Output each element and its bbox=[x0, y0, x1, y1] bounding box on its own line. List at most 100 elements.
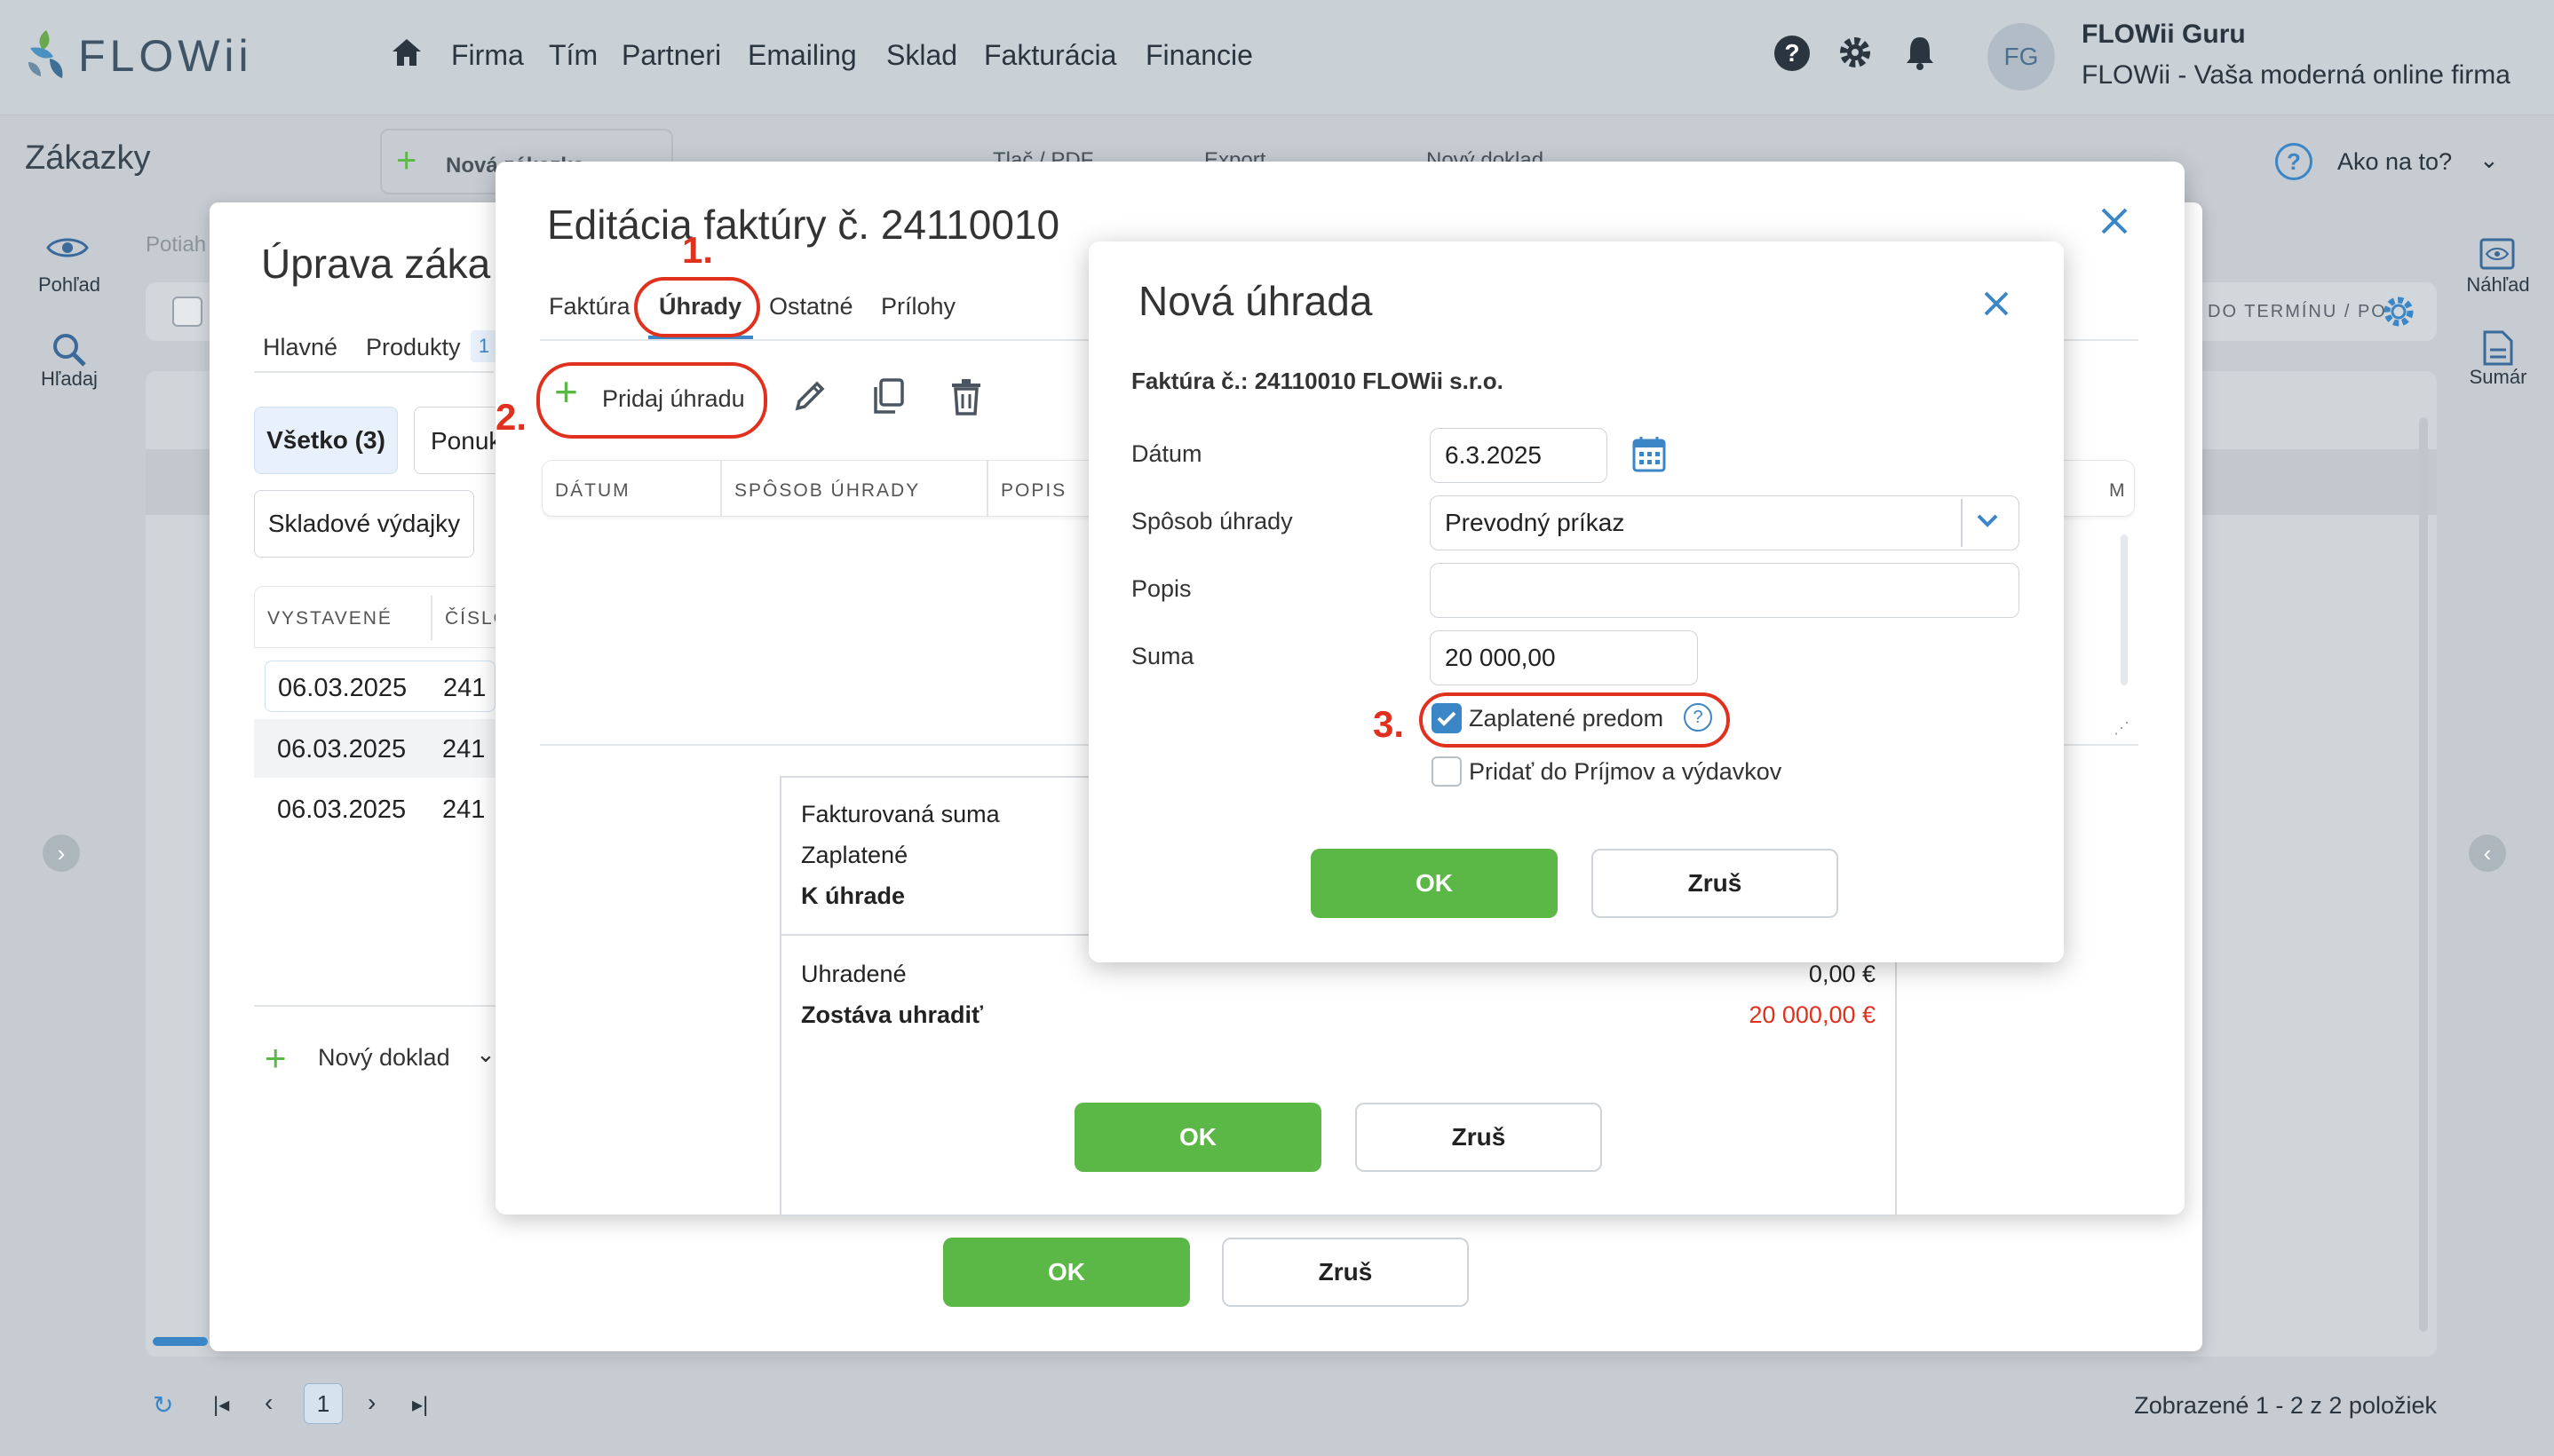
annotation-oval-1 bbox=[634, 277, 760, 337]
col-issued[interactable]: VYSTAVENÉ bbox=[267, 608, 393, 629]
col-date[interactable]: DÁTUM bbox=[555, 480, 631, 502]
logo-text[interactable]: FLOWii bbox=[78, 30, 253, 82]
due-hint: DO TERMÍNU / PO bbox=[2208, 302, 2387, 321]
gear-icon[interactable] bbox=[1836, 34, 1874, 71]
bell-icon[interactable] bbox=[1904, 34, 1936, 71]
tab-divider bbox=[254, 371, 494, 373]
docs-table-header: VYSTAVENÉ ČÍSLO bbox=[254, 586, 512, 648]
home-icon[interactable] bbox=[391, 37, 423, 67]
new-document-link[interactable]: Nový doklad bbox=[318, 1044, 450, 1072]
refresh-icon[interactable]: ↻ bbox=[153, 1390, 173, 1420]
current-page[interactable]: 1 bbox=[304, 1383, 343, 1424]
first-page-icon[interactable]: |◂ bbox=[213, 1392, 229, 1418]
chevron-down-icon[interactable]: ⌄ bbox=[2479, 146, 2499, 174]
help-link[interactable]: Ako na to? bbox=[2337, 148, 2452, 176]
date-label: Dátum bbox=[1131, 440, 1202, 467]
table-row[interactable]: 06.03.2025 241 bbox=[254, 779, 512, 838]
col-divider bbox=[720, 461, 722, 516]
trash-icon[interactable] bbox=[950, 378, 982, 415]
chevron-right-icon[interactable]: › bbox=[43, 835, 80, 872]
preview-label[interactable]: Náhľad bbox=[2451, 273, 2545, 297]
tab-invoice[interactable]: Faktúra bbox=[549, 293, 631, 320]
nav-firma[interactable]: Firma bbox=[451, 39, 524, 72]
copy-icon[interactable] bbox=[870, 378, 904, 415]
payment-cancel-button[interactable]: Zruš bbox=[1591, 849, 1838, 918]
tab-products[interactable]: Produkty bbox=[366, 334, 461, 361]
filter-all[interactable]: Všetko (3) bbox=[254, 407, 398, 474]
nav-financie[interactable]: Financie bbox=[1146, 39, 1253, 72]
invoice-cancel-button[interactable]: Zruš bbox=[1355, 1103, 1602, 1172]
add-to-income-checkbox[interactable] bbox=[1432, 756, 1462, 787]
col-description[interactable]: POPIS bbox=[1001, 480, 1067, 502]
pencil-icon[interactable] bbox=[792, 378, 828, 414]
date-input[interactable]: 6.3.2025 bbox=[1430, 428, 1607, 483]
description-input[interactable] bbox=[1430, 563, 2019, 618]
payment-ok-button[interactable]: OK bbox=[1311, 849, 1558, 918]
invoice-ok-button[interactable]: OK bbox=[1075, 1103, 1321, 1172]
payment-method-select[interactable]: Prevodný príkaz bbox=[1430, 495, 2019, 550]
eye-icon[interactable] bbox=[46, 234, 89, 261]
preview-icon[interactable] bbox=[2479, 238, 2515, 270]
plus-icon[interactable]: + bbox=[265, 1037, 287, 1080]
next-page-icon[interactable]: › bbox=[368, 1389, 376, 1417]
resize-handle-icon[interactable]: ⋰ bbox=[2114, 719, 2130, 738]
annotation-oval-2 bbox=[536, 362, 767, 439]
calendar-icon[interactable] bbox=[1632, 435, 1666, 472]
help-icon[interactable]: ? bbox=[1774, 36, 1810, 71]
settled-label: Uhradené bbox=[801, 961, 907, 987]
nav-emailing[interactable]: Emailing bbox=[748, 39, 857, 72]
search-icon[interactable] bbox=[52, 332, 87, 368]
products-count-badge: 1 bbox=[471, 330, 497, 362]
paid-label: Zaplatené bbox=[801, 842, 908, 868]
list-scrollbar[interactable] bbox=[2419, 417, 2428, 1332]
to-pay-label: K úhrade bbox=[801, 882, 906, 909]
nav-tim[interactable]: Tím bbox=[549, 39, 598, 72]
close-icon[interactable] bbox=[1982, 289, 2011, 318]
annotation-number-1: 1. bbox=[682, 229, 714, 271]
payment-modal-title: Nová úhrada bbox=[1138, 278, 1373, 324]
table-scrollbar[interactable] bbox=[2121, 534, 2128, 685]
chevron-left-icon[interactable]: ‹ bbox=[2469, 835, 2506, 872]
row-number: 241 bbox=[443, 674, 487, 702]
prev-page-icon[interactable]: ‹ bbox=[265, 1389, 273, 1417]
nav-fakturacia[interactable]: Fakturácia bbox=[984, 39, 1116, 72]
tab-attachments[interactable]: Prílohy bbox=[881, 293, 956, 320]
sum-label: Suma bbox=[1131, 643, 1194, 669]
summary-icon[interactable] bbox=[2481, 330, 2513, 366]
settled-value: 0,00 € bbox=[1808, 961, 1876, 987]
close-icon[interactable] bbox=[2099, 206, 2130, 236]
last-page-icon[interactable]: ▸| bbox=[412, 1392, 428, 1418]
tab-other[interactable]: Ostatné bbox=[769, 293, 853, 320]
table-row[interactable]: 06.03.2025 241 bbox=[254, 719, 512, 778]
order-ok-button[interactable]: OK bbox=[943, 1238, 1190, 1307]
select-all-checkbox[interactable] bbox=[172, 297, 202, 327]
drag-hint: Potiah bbox=[146, 233, 207, 257]
plus-icon: + bbox=[396, 141, 417, 180]
col-payment-method[interactable]: SPÔSOB ÚHRADY bbox=[734, 480, 920, 502]
search-label[interactable]: Hľadaj bbox=[27, 368, 112, 391]
add-to-income-label[interactable]: Pridať do Príjmov a výdavkov bbox=[1469, 758, 1781, 786]
chevron-down-icon[interactable] bbox=[1975, 511, 2000, 529]
order-cancel-button[interactable]: Zruš bbox=[1222, 1238, 1469, 1307]
nav-sklad[interactable]: Sklad bbox=[886, 39, 957, 72]
flowii-logo-icon[interactable] bbox=[23, 27, 69, 83]
col-truncated[interactable]: M bbox=[2109, 480, 2127, 502]
horizontal-scrollbar[interactable] bbox=[153, 1337, 208, 1346]
summary-label[interactable]: Sumár bbox=[2451, 366, 2545, 389]
chevron-down-icon[interactable]: ⌄ bbox=[476, 1041, 496, 1068]
invoice-modal-title: Editácia faktúry č. 24110010 bbox=[547, 202, 1060, 248]
sum-input[interactable]: 20 000,00 bbox=[1430, 630, 1698, 685]
description-label: Popis bbox=[1131, 575, 1192, 602]
nav-partneri[interactable]: Partneri bbox=[622, 39, 721, 72]
company-name: FLOWii - Vaša moderná online firma bbox=[2082, 60, 2510, 90]
help-circle-icon[interactable]: ? bbox=[2275, 143, 2312, 180]
table-row[interactable]: 06.03.2025 241 bbox=[265, 661, 496, 712]
settings-gear-icon[interactable] bbox=[2380, 293, 2417, 330]
user-name: FLOWii Guru bbox=[2082, 20, 2246, 49]
annotation-number-2: 2. bbox=[496, 396, 527, 438]
tab-main[interactable]: Hlavné bbox=[263, 334, 337, 361]
filter-stock-issues[interactable]: Skladové výdajky bbox=[254, 490, 474, 558]
avatar[interactable]: FG bbox=[1987, 23, 2055, 91]
view-label[interactable]: Pohľad bbox=[27, 273, 112, 297]
select-divider bbox=[1961, 499, 1963, 547]
